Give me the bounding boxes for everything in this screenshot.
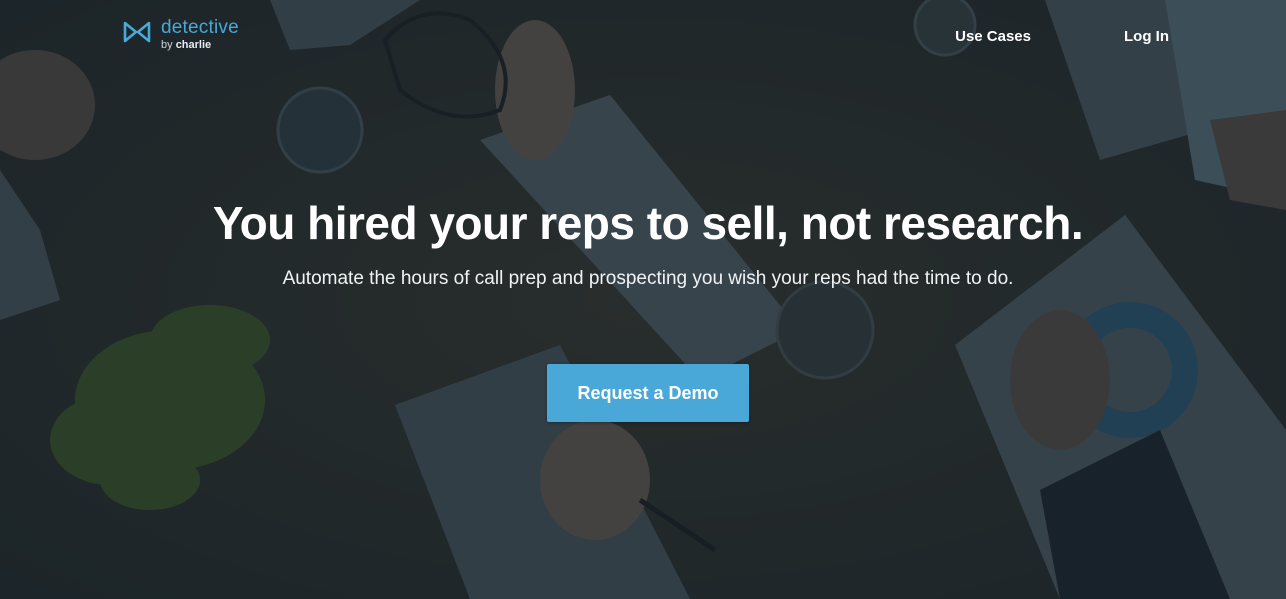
hero-headline: You hired your reps to sell, not researc…	[212, 197, 1084, 249]
request-demo-button[interactable]: Request a Demo	[547, 364, 749, 422]
background-overlay	[0, 0, 1286, 599]
brand-by-prefix: by	[161, 39, 173, 51]
hero-subheadline: Automate the hours of call prep and pros…	[282, 268, 1014, 289]
brand-wordmark: detective by charlie	[161, 18, 239, 51]
nav-use-cases-link[interactable]: Use Cases	[955, 28, 1031, 45]
brand-by-name: charlie	[175, 39, 212, 51]
bowtie-logo-icon	[123, 21, 151, 43]
brand-name: detective	[161, 17, 239, 38]
hero-section: detective by charlie Use Cases Log In Yo…	[0, 0, 1286, 599]
brand-byline: by charlie	[161, 40, 239, 51]
nav-log-in-link[interactable]: Log In	[1124, 28, 1169, 45]
brand-logo[interactable]: detective by charlie	[123, 18, 239, 51]
